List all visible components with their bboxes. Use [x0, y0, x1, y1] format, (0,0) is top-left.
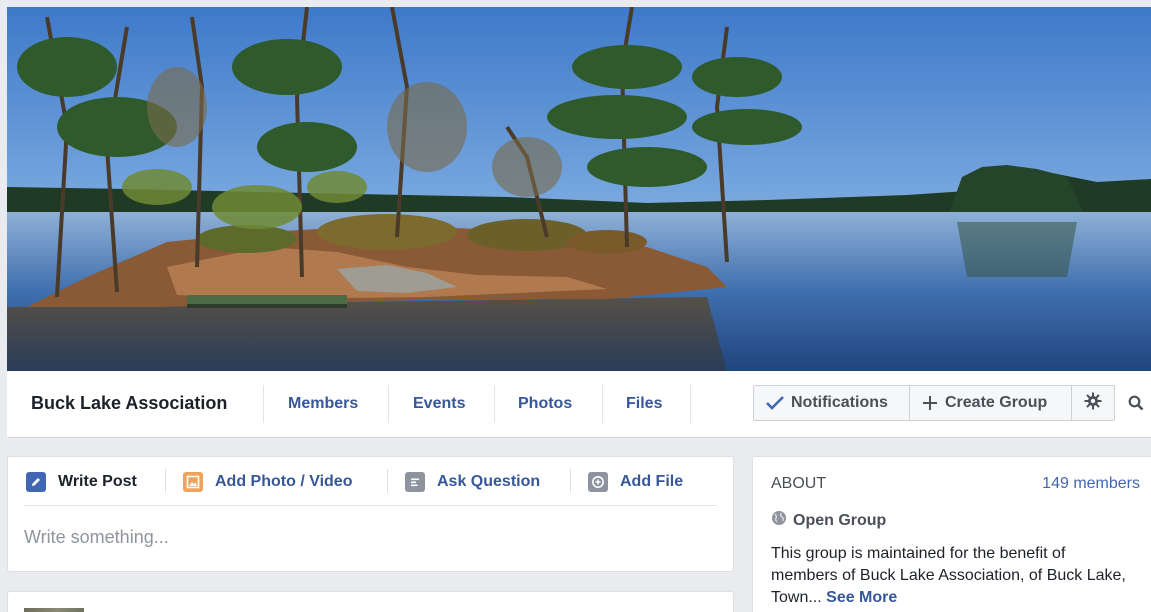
pencil-icon	[26, 472, 46, 492]
settings-button[interactable]	[1071, 385, 1115, 421]
description-text: This group is maintained for the benefit…	[771, 545, 1126, 606]
group-navbar: Buck Lake Association Members Events Pho…	[7, 371, 1151, 438]
composer-divider	[570, 469, 571, 493]
tab-photos[interactable]: Photos	[518, 395, 572, 413]
write-post-tab[interactable]: Write Post	[26, 471, 137, 493]
plus-icon	[922, 395, 938, 411]
create-group-button[interactable]: Create Group	[909, 385, 1072, 421]
nav-divider	[690, 385, 691, 423]
post-card	[7, 591, 734, 612]
add-file-label: Add File	[620, 473, 684, 490]
question-icon	[405, 472, 425, 492]
about-description: This group is maintained for the benefit…	[771, 543, 1131, 609]
search-icon[interactable]	[1128, 395, 1144, 416]
write-something-input[interactable]: Write something...	[24, 527, 169, 548]
tab-files[interactable]: Files	[626, 395, 662, 413]
about-panel: ABOUT 149 members Open Group This group …	[752, 456, 1151, 612]
page-frame: Buck Lake Association Members Events Pho…	[7, 7, 1151, 612]
group-name[interactable]: Buck Lake Association	[31, 393, 227, 414]
ask-question-label: Ask Question	[437, 473, 541, 490]
nav-divider	[388, 385, 389, 423]
notifications-button[interactable]: Notifications	[753, 385, 910, 421]
post-composer: Write Post Add Photo / Video Ask Questio…	[7, 456, 734, 572]
nav-divider	[494, 385, 495, 423]
composer-divider	[165, 469, 166, 493]
nav-divider	[263, 385, 264, 423]
see-more-link[interactable]: See More	[826, 589, 897, 606]
create-group-label: Create Group	[945, 394, 1048, 411]
tab-members[interactable]: Members	[288, 395, 358, 413]
add-photo-video-tab[interactable]: Add Photo / Video	[183, 471, 352, 493]
ask-question-tab[interactable]: Ask Question	[405, 471, 540, 493]
member-count-link[interactable]: 149 members	[1042, 475, 1140, 493]
cover-photo[interactable]	[7, 7, 1151, 371]
notifications-label: Notifications	[791, 394, 888, 411]
privacy-label: Open Group	[793, 511, 887, 529]
add-photo-video-label: Add Photo / Video	[215, 473, 353, 490]
privacy-status: Open Group	[771, 510, 886, 531]
globe-icon	[771, 510, 787, 531]
composer-divider	[387, 469, 388, 493]
gear-icon	[1084, 392, 1102, 415]
checkmark-icon	[766, 396, 784, 410]
cover-photo-scene	[7, 7, 1151, 371]
write-post-label: Write Post	[58, 473, 137, 490]
file-icon	[588, 472, 608, 492]
avatar[interactable]	[24, 608, 84, 612]
tab-events[interactable]: Events	[413, 395, 465, 413]
add-file-tab[interactable]: Add File	[588, 471, 683, 493]
about-title: ABOUT	[771, 475, 827, 492]
nav-divider	[602, 385, 603, 423]
photo-icon	[183, 472, 203, 492]
composer-divider-line	[24, 505, 717, 506]
